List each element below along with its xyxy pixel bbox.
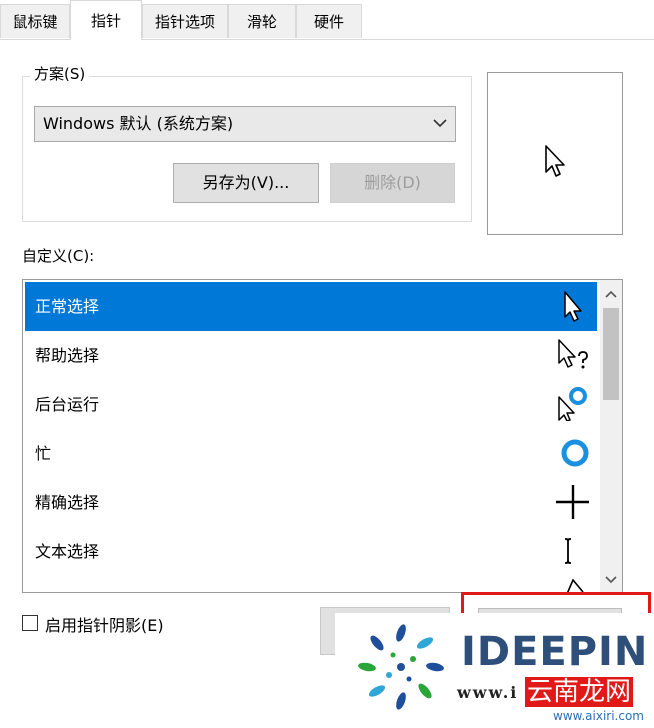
working-in-background-cursor-icon	[558, 387, 587, 421]
watermark: IDEEPIN www.i 云南龙网 www.aixiri.com	[335, 613, 654, 728]
list-scrollbar[interactable]	[600, 280, 622, 592]
scroll-down-icon[interactable]	[605, 576, 617, 584]
list-item-help-select[interactable]: 帮助选择	[25, 331, 597, 380]
tab-hardware[interactable]: 硬件	[296, 4, 362, 38]
list-item-normal-select[interactable]: 正常选择	[25, 282, 597, 331]
tab-label: 硬件	[313, 13, 344, 31]
list-item-text-select[interactable]: 文本选择	[25, 527, 597, 576]
tab-label: 鼠标键	[12, 13, 58, 31]
tab-label: 指针	[90, 12, 121, 30]
tab-pointer-options[interactable]: 指针选项	[142, 4, 228, 38]
chevron-down-icon	[433, 119, 447, 128]
watermark-url: www.i	[457, 683, 519, 702]
list-item-label: 正常选择	[35, 297, 100, 316]
help-cursor-icon	[558, 339, 588, 369]
save-as-button[interactable]: 另存为(V)...	[173, 163, 319, 203]
list-item-label: 精确选择	[35, 493, 100, 512]
list-item-label: 忙	[35, 444, 52, 463]
arrow-cursor-icon	[545, 145, 565, 177]
text-beam-cursor-icon	[565, 538, 571, 564]
crosshair-cursor-icon	[556, 485, 589, 519]
scroll-up-icon[interactable]	[605, 290, 617, 298]
delete-button[interactable]: 删除(D)	[330, 163, 455, 203]
watermark-site-name: 云南龙网	[525, 677, 634, 707]
list-item-precision-select[interactable]: 精确选择	[25, 478, 597, 527]
arrow-cursor-icon	[564, 291, 582, 322]
scheme-selected-value: Windows 默认 (系统方案)	[43, 114, 234, 133]
list-item-label: 文本选择	[35, 542, 100, 561]
handwriting-cursor-icon	[566, 578, 584, 592]
watermark-title: IDEEPIN	[461, 629, 649, 675]
watermark-site-url: www.aixiri.com	[553, 709, 644, 723]
customize-label: 自定义(C):	[22, 247, 95, 265]
list-item-busy[interactable]: 忙	[25, 429, 597, 478]
pointer-shadow-checkbox[interactable]	[22, 615, 38, 631]
tab-strip: 鼠标键 指针 指针选项 滑轮 硬件	[0, 0, 654, 40]
list-item-label: 帮助选择	[35, 346, 100, 365]
scrollbar-thumb[interactable]	[603, 308, 619, 400]
cursor-list[interactable]: 正常选择 帮助选择 后台运行 忙 精确选择 文本选择	[22, 279, 623, 593]
tab-wheel[interactable]: 滑轮	[228, 4, 296, 38]
cursor-preview	[487, 72, 623, 235]
list-item-label: 后台运行	[35, 395, 100, 414]
scheme-legend: 方案(S)	[30, 63, 90, 84]
scheme-select[interactable]: Windows 默认 (系统方案)	[34, 106, 456, 142]
tab-label: 指针选项	[154, 13, 215, 31]
tab-pointers[interactable]: 指针	[70, 0, 142, 40]
tab-label: 滑轮	[246, 13, 277, 31]
tab-mouse-buttons[interactable]: 鼠标键	[0, 4, 70, 38]
pointer-shadow-label: 启用指针阴影(E)	[45, 616, 164, 635]
list-item-working-in-background[interactable]: 后台运行	[25, 380, 597, 429]
busy-cursor-icon	[561, 439, 589, 467]
ideepin-logo-icon	[358, 624, 444, 710]
